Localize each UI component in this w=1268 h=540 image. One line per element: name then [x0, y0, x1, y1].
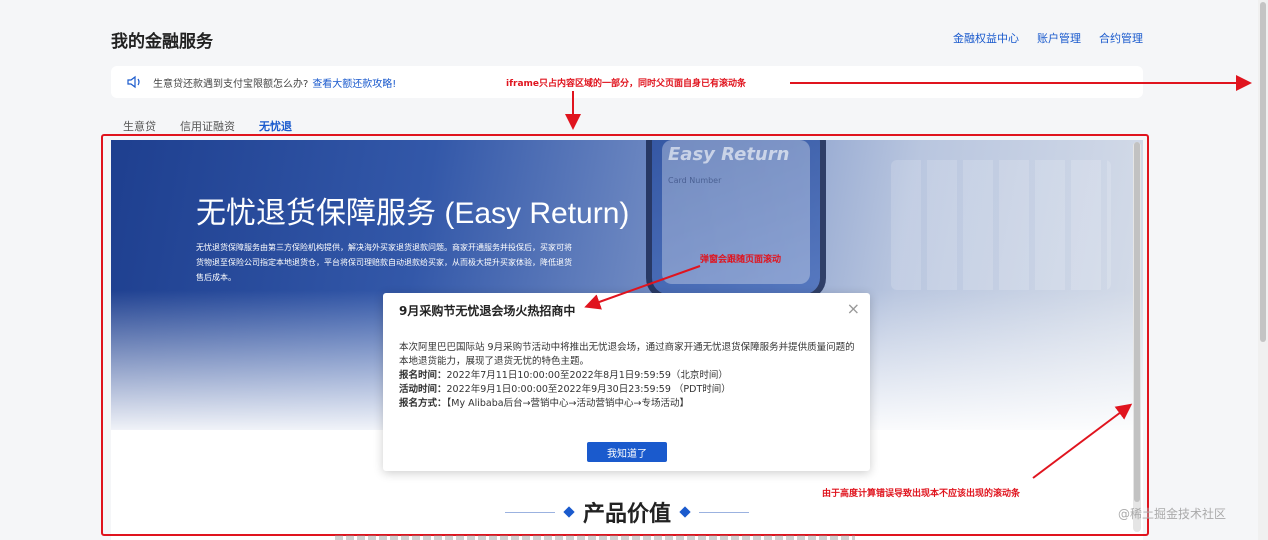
notice-text: 生意贷还款遇到支付宝限额怎么办?: [153, 78, 309, 90]
phone-screen-title: Easy Return: [668, 144, 790, 165]
notice-link[interactable]: 查看大额还款攻略!: [312, 75, 396, 90]
section-title-text: 产品价值: [582, 502, 671, 527]
modal-title: 9月采购节无忧退会场火热招商中: [399, 304, 576, 318]
tab-business-loan[interactable]: 生意贷: [111, 116, 168, 142]
annotation-modal: 弹窗会跟随页面滚动: [700, 255, 782, 265]
speaker-icon: [127, 75, 140, 89]
page-title: 我的金融服务: [111, 32, 213, 52]
section-title: 产品价值: [111, 496, 1143, 528]
phone-image: Easy Return Card Number: [646, 140, 826, 300]
modal-row: 活动时间：2022年9月1日0:00:00至2022年9月30日23:59:59…: [399, 384, 731, 395]
link-contract-management[interactable]: 合约管理: [1099, 30, 1143, 46]
modal-row: 报名方式：【My Alibaba后台→营销中心→活动营销中心→专场活动】: [399, 398, 689, 409]
page-scrollbar-thumb[interactable]: [1260, 2, 1266, 342]
iframe-scrollbar-thumb[interactable]: [1134, 142, 1140, 502]
tab-bar: 生意贷 信用证融资 无忧退: [111, 116, 304, 144]
hero-title: 无忧退货保障服务 (Easy Return): [196, 197, 630, 230]
diamond-icon: [679, 506, 691, 518]
link-account-management[interactable]: 账户管理: [1037, 30, 1081, 46]
acknowledge-button[interactable]: 我知道了: [587, 442, 667, 462]
tab-lc-financing[interactable]: 信用证融资: [168, 116, 247, 142]
modal-paragraph: 本次阿里巴巴国际站 9月采购节活动中将推出无忧退会场，通过商家开通无忧退货保障服…: [399, 342, 855, 367]
top-links: 金融权益中心 账户管理 合约管理: [953, 30, 1143, 46]
modal-row: 报名时间：2022年7月11日10:00:00至2022年8月1日9:59:59…: [399, 370, 728, 381]
iframe-scrollbar[interactable]: [1133, 142, 1141, 532]
close-icon[interactable]: ×: [847, 299, 860, 318]
phone-screen-sub: Card Number: [668, 176, 722, 185]
keyboard-image: [891, 160, 1111, 290]
annotation-top: iframe只占内容区域的一部分，同时父页面自身已有滚动条: [506, 79, 746, 89]
diamond-icon: [563, 506, 575, 518]
modal-body: 本次阿里巴巴国际站 9月采购节活动中将推出无忧退会场，通过商家开通无忧退货保障服…: [399, 341, 859, 411]
hero-description: 无忧退货保障服务由第三方保险机构提供，解决海外买家退货退款问题。商家开通服务并投…: [196, 243, 572, 282]
link-rights-center[interactable]: 金融权益中心: [953, 30, 1019, 46]
promo-modal: 9月采购节无忧退会场火热招商中 × 本次阿里巴巴国际站 9月采购节活动中将推出无…: [383, 293, 870, 471]
tab-easy-return[interactable]: 无忧退: [247, 116, 304, 144]
watermark: @稀土掘金技术社区: [1118, 507, 1227, 521]
annotation-scroll: 由于高度计算错误导致出现本不应该出现的滚动条: [822, 489, 1021, 499]
page-scrollbar[interactable]: [1258, 0, 1268, 540]
